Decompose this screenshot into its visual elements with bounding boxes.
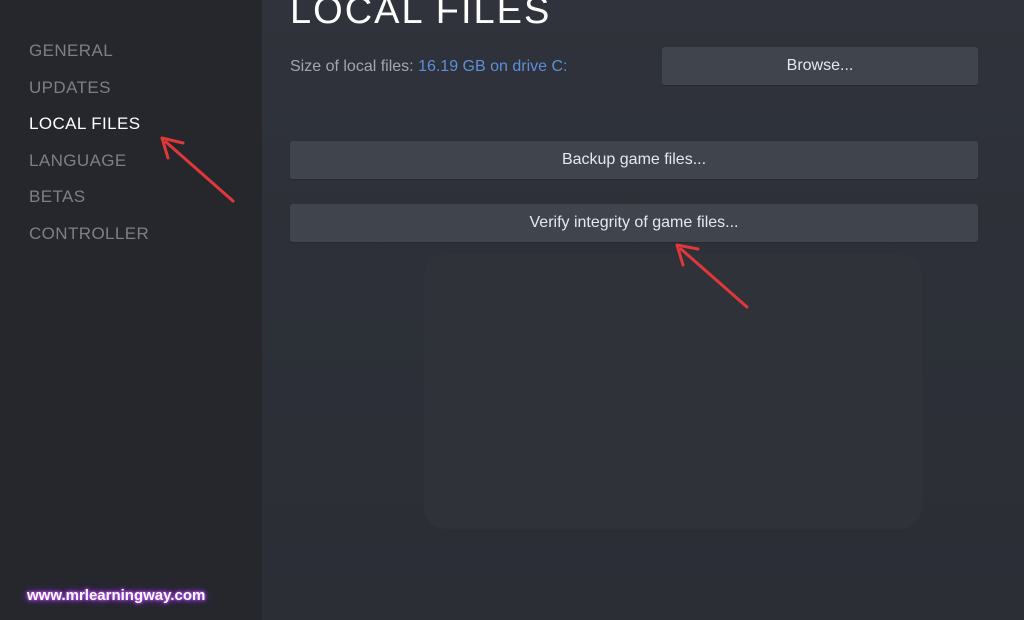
sidebar-item-local-files[interactable]: LOCAL FILES [29,113,140,135]
browse-button[interactable]: Browse... [662,47,978,85]
local-files-size: Size of local files: 16.19 GB on drive C… [290,57,567,77]
sidebar-item-updates[interactable]: UPDATES [29,77,111,99]
sidebar-item-betas[interactable]: BETAS [29,186,85,208]
page-title: LOCAL FILES [290,0,552,32]
main-panel: LOCAL FILES Size of local files: 16.19 G… [262,0,1024,620]
size-value-link[interactable]: 16.19 GB on drive C: [418,58,567,75]
backup-game-files-button[interactable]: Backup game files... [290,141,978,179]
background-panel [424,254,922,529]
size-label: Size of local files: [290,58,414,75]
sidebar-item-language[interactable]: LANGUAGE [29,150,127,172]
sidebar-item-general[interactable]: GENERAL [29,40,113,62]
sidebar: GENERAL UPDATES LOCAL FILES LANGUAGE BET… [0,0,262,620]
watermark: www.mrlearningway.com [27,587,206,604]
sidebar-item-controller[interactable]: CONTROLLER [29,223,149,245]
verify-integrity-button[interactable]: Verify integrity of game files... [290,204,978,242]
